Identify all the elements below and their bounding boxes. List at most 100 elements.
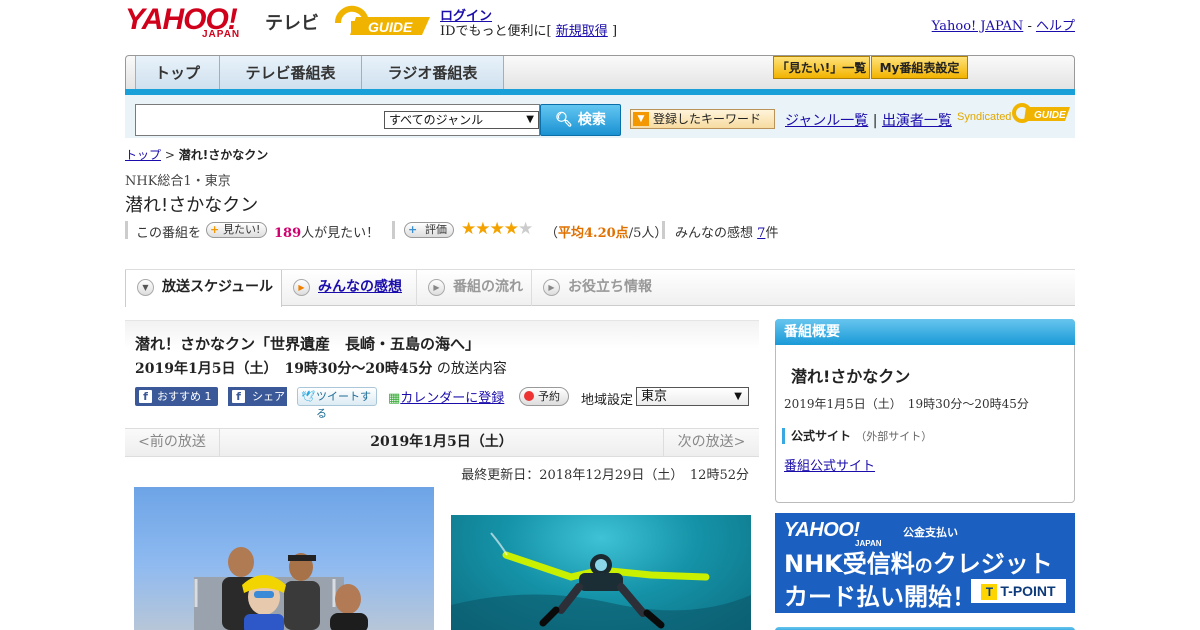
performer-list-link[interactable]: 出演者一覧	[882, 113, 952, 129]
play-icon: ▶	[543, 279, 560, 296]
facebook-share-button[interactable]: f シェア	[228, 387, 287, 406]
mitai-suffix: 人が見たい！	[301, 226, 380, 241]
play-icon: ▶	[293, 279, 310, 296]
tpoint-badge: T T-POINT	[971, 579, 1066, 603]
record-icon	[524, 391, 534, 401]
tab-label: お役立ち情報	[568, 279, 652, 295]
next-broadcast-button[interactable]: 次の放送>	[663, 428, 759, 457]
tab-broadcast-schedule[interactable]: ▼ 放送スケジュール	[125, 270, 282, 307]
tab-impressions[interactable]: ▶ みんなの感想	[282, 270, 417, 306]
plus-icon: +	[408, 223, 418, 236]
ad-no: の	[914, 556, 933, 577]
divider	[125, 221, 128, 239]
star-empty-icon: ★	[518, 219, 533, 239]
episode-photo-group	[134, 487, 434, 630]
plus-icon: +	[210, 223, 220, 236]
official-site-heading: 公式サイト （外部サイト）	[782, 428, 932, 444]
rating-button-label: 評価	[425, 223, 447, 236]
calendar-register-link[interactable]: カレンダーに登録	[400, 391, 504, 406]
ad-koukin-label: 公金支払い	[903, 526, 958, 539]
rating-button[interactable]: + 評価	[404, 222, 454, 238]
facebook-share-label: シェア	[252, 390, 285, 403]
rating-average: 平均4.20点	[558, 226, 629, 241]
program-stats: この番組を + 見たい! 189人が見たい！ + 評価 ★★★★★ （平均4.2…	[125, 219, 825, 241]
official-site-link[interactable]: 番組公式サイト	[784, 455, 875, 474]
last-updated: 最終更新日：2018年12月29日（土） 12時52分	[461, 468, 749, 483]
genre-link-separator: |	[872, 113, 878, 129]
reserve-button[interactable]: 予約	[519, 387, 569, 406]
signup-link[interactable]: 新規取得	[556, 24, 608, 39]
svg-text:GUIDE: GUIDE	[368, 19, 413, 35]
ad-yahoo-logo: YAHOO!	[784, 519, 860, 541]
tab-tv-schedule[interactable]: テレビ番組表	[220, 56, 362, 90]
nhk-credit-ad-banner[interactable]: YAHOO! JAPAN 公金支払い NHK受信料のクレジット カード払い開始！…	[775, 513, 1075, 613]
chevron-down-icon: ▼	[526, 114, 534, 125]
help-link[interactable]: ヘルプ	[1036, 19, 1075, 34]
tpoint-icon: T	[981, 584, 998, 600]
header-links: Yahoo! JAPAN - ヘルプ	[932, 15, 1075, 34]
chevron-down-icon: ▼	[633, 112, 649, 126]
rating-prefix: （	[545, 226, 559, 241]
registered-keyword-button[interactable]: ▼ 登録したキーワード	[630, 109, 775, 129]
mitai-prefix: この番組を	[136, 226, 202, 241]
official-site-label: 公式サイト	[791, 429, 852, 443]
registered-keyword-label: 登録したキーワード	[653, 112, 762, 126]
tab-top[interactable]: トップ	[135, 56, 220, 90]
calendar-register[interactable]: ▦カレンダーに登録	[388, 387, 504, 406]
chevron-down-icon: ▼	[734, 391, 742, 402]
gguide-logo[interactable]: GUIDE	[334, 5, 432, 41]
mitai-list-button[interactable]: 「見たい!」一覧	[773, 56, 870, 79]
genre-select-value: すべてのジャンル	[389, 113, 484, 127]
login-subtext: IDでもっと便利に[ 新規取得 ]	[440, 20, 617, 39]
gguide-small-logo: GUIDE	[1012, 101, 1070, 129]
star-filled-icon: ★	[461, 219, 476, 239]
tab-program-flow[interactable]: ▶ 番組の流れ	[417, 270, 532, 306]
mitai-button[interactable]: + 見たい!	[206, 222, 268, 238]
breadcrumb-current: 潜れ!さかなクン	[178, 148, 269, 162]
episode-photo-diver	[451, 515, 751, 630]
genre-list-link[interactable]: ジャンル一覧	[785, 113, 868, 129]
chevron-down-icon: ▼	[137, 279, 154, 296]
tab-useful-info[interactable]: ▶ お役立ち情報	[532, 270, 662, 306]
yahoo-japan-logo-sub: JAPAN	[202, 29, 241, 40]
impressions-label: みんなの感想	[675, 226, 754, 241]
rating-stars: ★★★★★	[461, 219, 533, 239]
episode-time: 2019年1月5日（土） 19時30分～20時45分 の放送内容	[135, 358, 507, 378]
overview-time: 2019年1月5日（土） 19時30分～20時45分	[784, 397, 1029, 411]
svg-text:GUIDE: GUIDE	[1034, 110, 1066, 121]
ad-headline-2: カード払い開始！	[784, 583, 976, 611]
ad-nhk-fee: NHK受信料	[784, 550, 915, 578]
program-overview-heading: 番組概要	[775, 319, 1075, 345]
impressions-summary: みんなの感想 7件	[675, 222, 778, 241]
breadcrumb-top-link[interactable]: トップ	[125, 148, 161, 162]
yahoo-japan-link[interactable]: Yahoo! JAPAN	[932, 19, 1024, 34]
episode-title: 潜れ！さかなクン「世界遺産 長崎・五島の海へ」	[135, 335, 481, 353]
prev-broadcast-button[interactable]: <前の放送	[125, 428, 220, 457]
tweet-button[interactable]: 🕊︎ ツイートする	[297, 387, 377, 420]
breadcrumb: トップ > 潜れ!さかなクン	[125, 146, 268, 163]
tab-radio-schedule[interactable]: ラジオ番組表	[362, 56, 504, 90]
search-button[interactable]: 🔍︎ 検索	[540, 104, 621, 136]
overview-title: 潜れ!さかなクン	[791, 367, 911, 386]
tweet-label: ツイートする	[316, 390, 371, 420]
mitai-button-label: 見たい!	[223, 223, 261, 236]
facebook-icon: f	[232, 390, 245, 403]
divider	[392, 221, 395, 239]
ad-headline-1: NHK受信料のクレジット	[784, 544, 1053, 579]
facebook-recommend-button[interactable]: f おすすめ 1	[135, 387, 218, 406]
mitai-count: 189	[274, 226, 302, 241]
region-select-value: 東京	[641, 389, 668, 404]
region-select[interactable]: 東京 ▼	[636, 387, 749, 406]
genre-select[interactable]: すべてのジャンル ▼	[384, 111, 539, 129]
syndicated-label: Syndicated	[957, 111, 1012, 123]
my-schedule-button[interactable]: My番組表設定	[871, 56, 968, 79]
tv-logo-text[interactable]: テレビ	[265, 9, 319, 35]
official-site-note: （外部サイト）	[855, 430, 933, 443]
login-sub-prefix: IDでもっと便利に[	[440, 24, 552, 39]
star-filled-icon: ★	[489, 219, 505, 239]
tpoint-label: T-POINT	[1000, 583, 1056, 599]
facebook-icon: f	[139, 390, 152, 403]
calendar-plus-icon: ▦	[388, 391, 401, 406]
ad-credit: クレジット	[932, 550, 1053, 578]
channel-label: NHK総合1・東京	[125, 174, 231, 189]
